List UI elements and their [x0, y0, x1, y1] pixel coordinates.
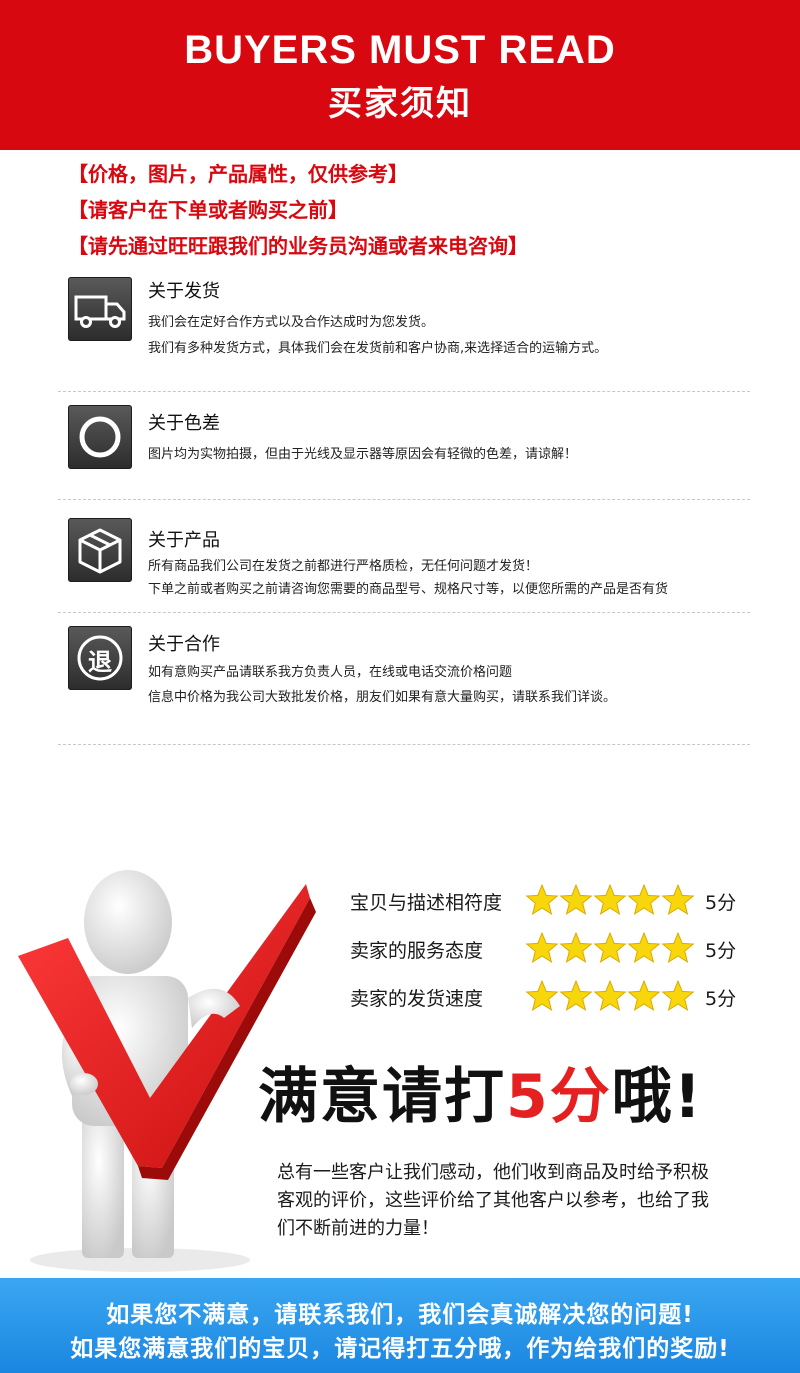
banner-title-en: BUYERS MUST READ: [184, 28, 616, 72]
circle-icon: [68, 405, 132, 469]
headline-text: 满意请打: [258, 1062, 506, 1132]
section-text: 所有商品我们公司在发货之前都进行严格质检，无任何问题才发货！: [148, 559, 539, 574]
star-icon: [593, 980, 627, 1012]
headline-highlight: 5分: [506, 1062, 612, 1132]
divider: [58, 744, 750, 745]
rating-label: 卖家的发货速度: [350, 988, 484, 1010]
section-text: 信息中价格为我公司大致批发价格，朋友们如果有意大量购买，请联系我们详谈。: [148, 690, 617, 705]
box-icon: [68, 518, 132, 582]
rating-row: 卖家的发货速度 5分: [350, 980, 750, 1014]
star-icon: [593, 932, 627, 964]
star-icon: [661, 980, 695, 1012]
section-text: 我们会在定好合作方式以及合作达成时为您发货。: [148, 315, 435, 330]
section-title: 关于合作: [148, 634, 220, 655]
notice-line: 【价格，图片，产品属性，仅供参考】: [68, 162, 408, 186]
praise-line: 们不断前进的力量！: [277, 1218, 439, 1239]
star-rating: [525, 932, 695, 964]
star-rating: [525, 980, 695, 1012]
section-text: 图片均为实物拍摄，但由于光线及显示器等原因会有轻微的色差，请谅解！: [148, 447, 578, 462]
star-icon: [525, 932, 559, 964]
header-banner: BUYERS MUST READ 买家须知: [0, 0, 800, 150]
return-icon: 退: [68, 626, 132, 690]
notice-line: 【请客户在下单或者购买之前】: [68, 198, 348, 222]
footer-line: 如果您不满意，请联系我们，我们会真诚解决您的问题!: [106, 1302, 694, 1328]
return-icon-glyph: 退: [88, 648, 112, 676]
star-icon: [661, 932, 695, 964]
rating-score: 5分: [705, 940, 737, 962]
praise-line: 总有一些客户让我们感动，他们收到商品及时给予积极: [277, 1162, 709, 1183]
star-icon: [525, 980, 559, 1012]
section-title: 关于色差: [148, 413, 220, 434]
rating-row: 宝贝与描述相符度 5分: [350, 884, 750, 918]
footer-banner: 如果您不满意，请联系我们，我们会真诚解决您的问题! 如果您满意我们的宝贝，请记得…: [0, 1278, 800, 1373]
truck-icon: [68, 277, 132, 341]
section-product: 关于产品 所有商品我们公司在发货之前都进行严格质检，无任何问题才发货！ 下单之前…: [68, 518, 798, 598]
notice-line: 【请先通过旺旺跟我们的业务员沟通或者来电咨询】: [68, 234, 528, 258]
section-title: 关于产品: [148, 530, 220, 551]
star-icon: [627, 980, 661, 1012]
section-cooperation: 退 关于合作 如有意购买产品请联系我方负责人员，在线或电话交流价格问题 信息中价…: [68, 626, 798, 706]
headline: 满意请打5分哦!: [258, 1048, 703, 1135]
section-color: 关于色差 图片均为实物拍摄，但由于光线及显示器等原因会有轻微的色差，请谅解！: [68, 405, 798, 475]
divider: [58, 612, 750, 613]
star-icon: [525, 884, 559, 916]
rating-score: 5分: [705, 988, 737, 1010]
star-rating: [525, 884, 695, 916]
divider: [58, 391, 750, 392]
praise-line: 客观的评价，这些评价给了其他客户以参考，也给了我: [277, 1190, 709, 1211]
star-icon: [559, 932, 593, 964]
star-icon: [559, 884, 593, 916]
headline-text: 哦!: [611, 1062, 704, 1132]
banner-title-cn: 买家须知: [328, 84, 472, 124]
section-text: 如有意购买产品请联系我方负责人员，在线或电话交流价格问题: [148, 665, 513, 680]
divider: [58, 499, 750, 500]
star-icon: [627, 932, 661, 964]
star-icon: [559, 980, 593, 1012]
star-icon: [593, 884, 627, 916]
rating-score: 5分: [705, 892, 737, 914]
section-text: 下单之前或者购买之前请咨询您需要的商品型号、规格尺寸等，以便您所需的产品是否有货: [148, 582, 669, 597]
star-icon: [661, 884, 695, 916]
rating-label: 宝贝与描述相符度: [350, 892, 503, 914]
section-title: 关于发货: [148, 281, 220, 302]
footer-line: 如果您满意我们的宝贝，请记得打五分哦，作为给我们的奖励!: [70, 1336, 730, 1362]
section-shipping: 关于发货 我们会在定好合作方式以及合作达成时为您发货。 我们有多种发货方式，具体…: [68, 277, 798, 357]
rating-row: 卖家的服务态度 5分: [350, 932, 750, 966]
section-text: 我们有多种发货方式，具体我们会在发货前和客户协商,来选择适合的运输方式。: [148, 341, 608, 356]
rating-label: 卖家的服务态度: [350, 940, 484, 962]
star-icon: [627, 884, 661, 916]
